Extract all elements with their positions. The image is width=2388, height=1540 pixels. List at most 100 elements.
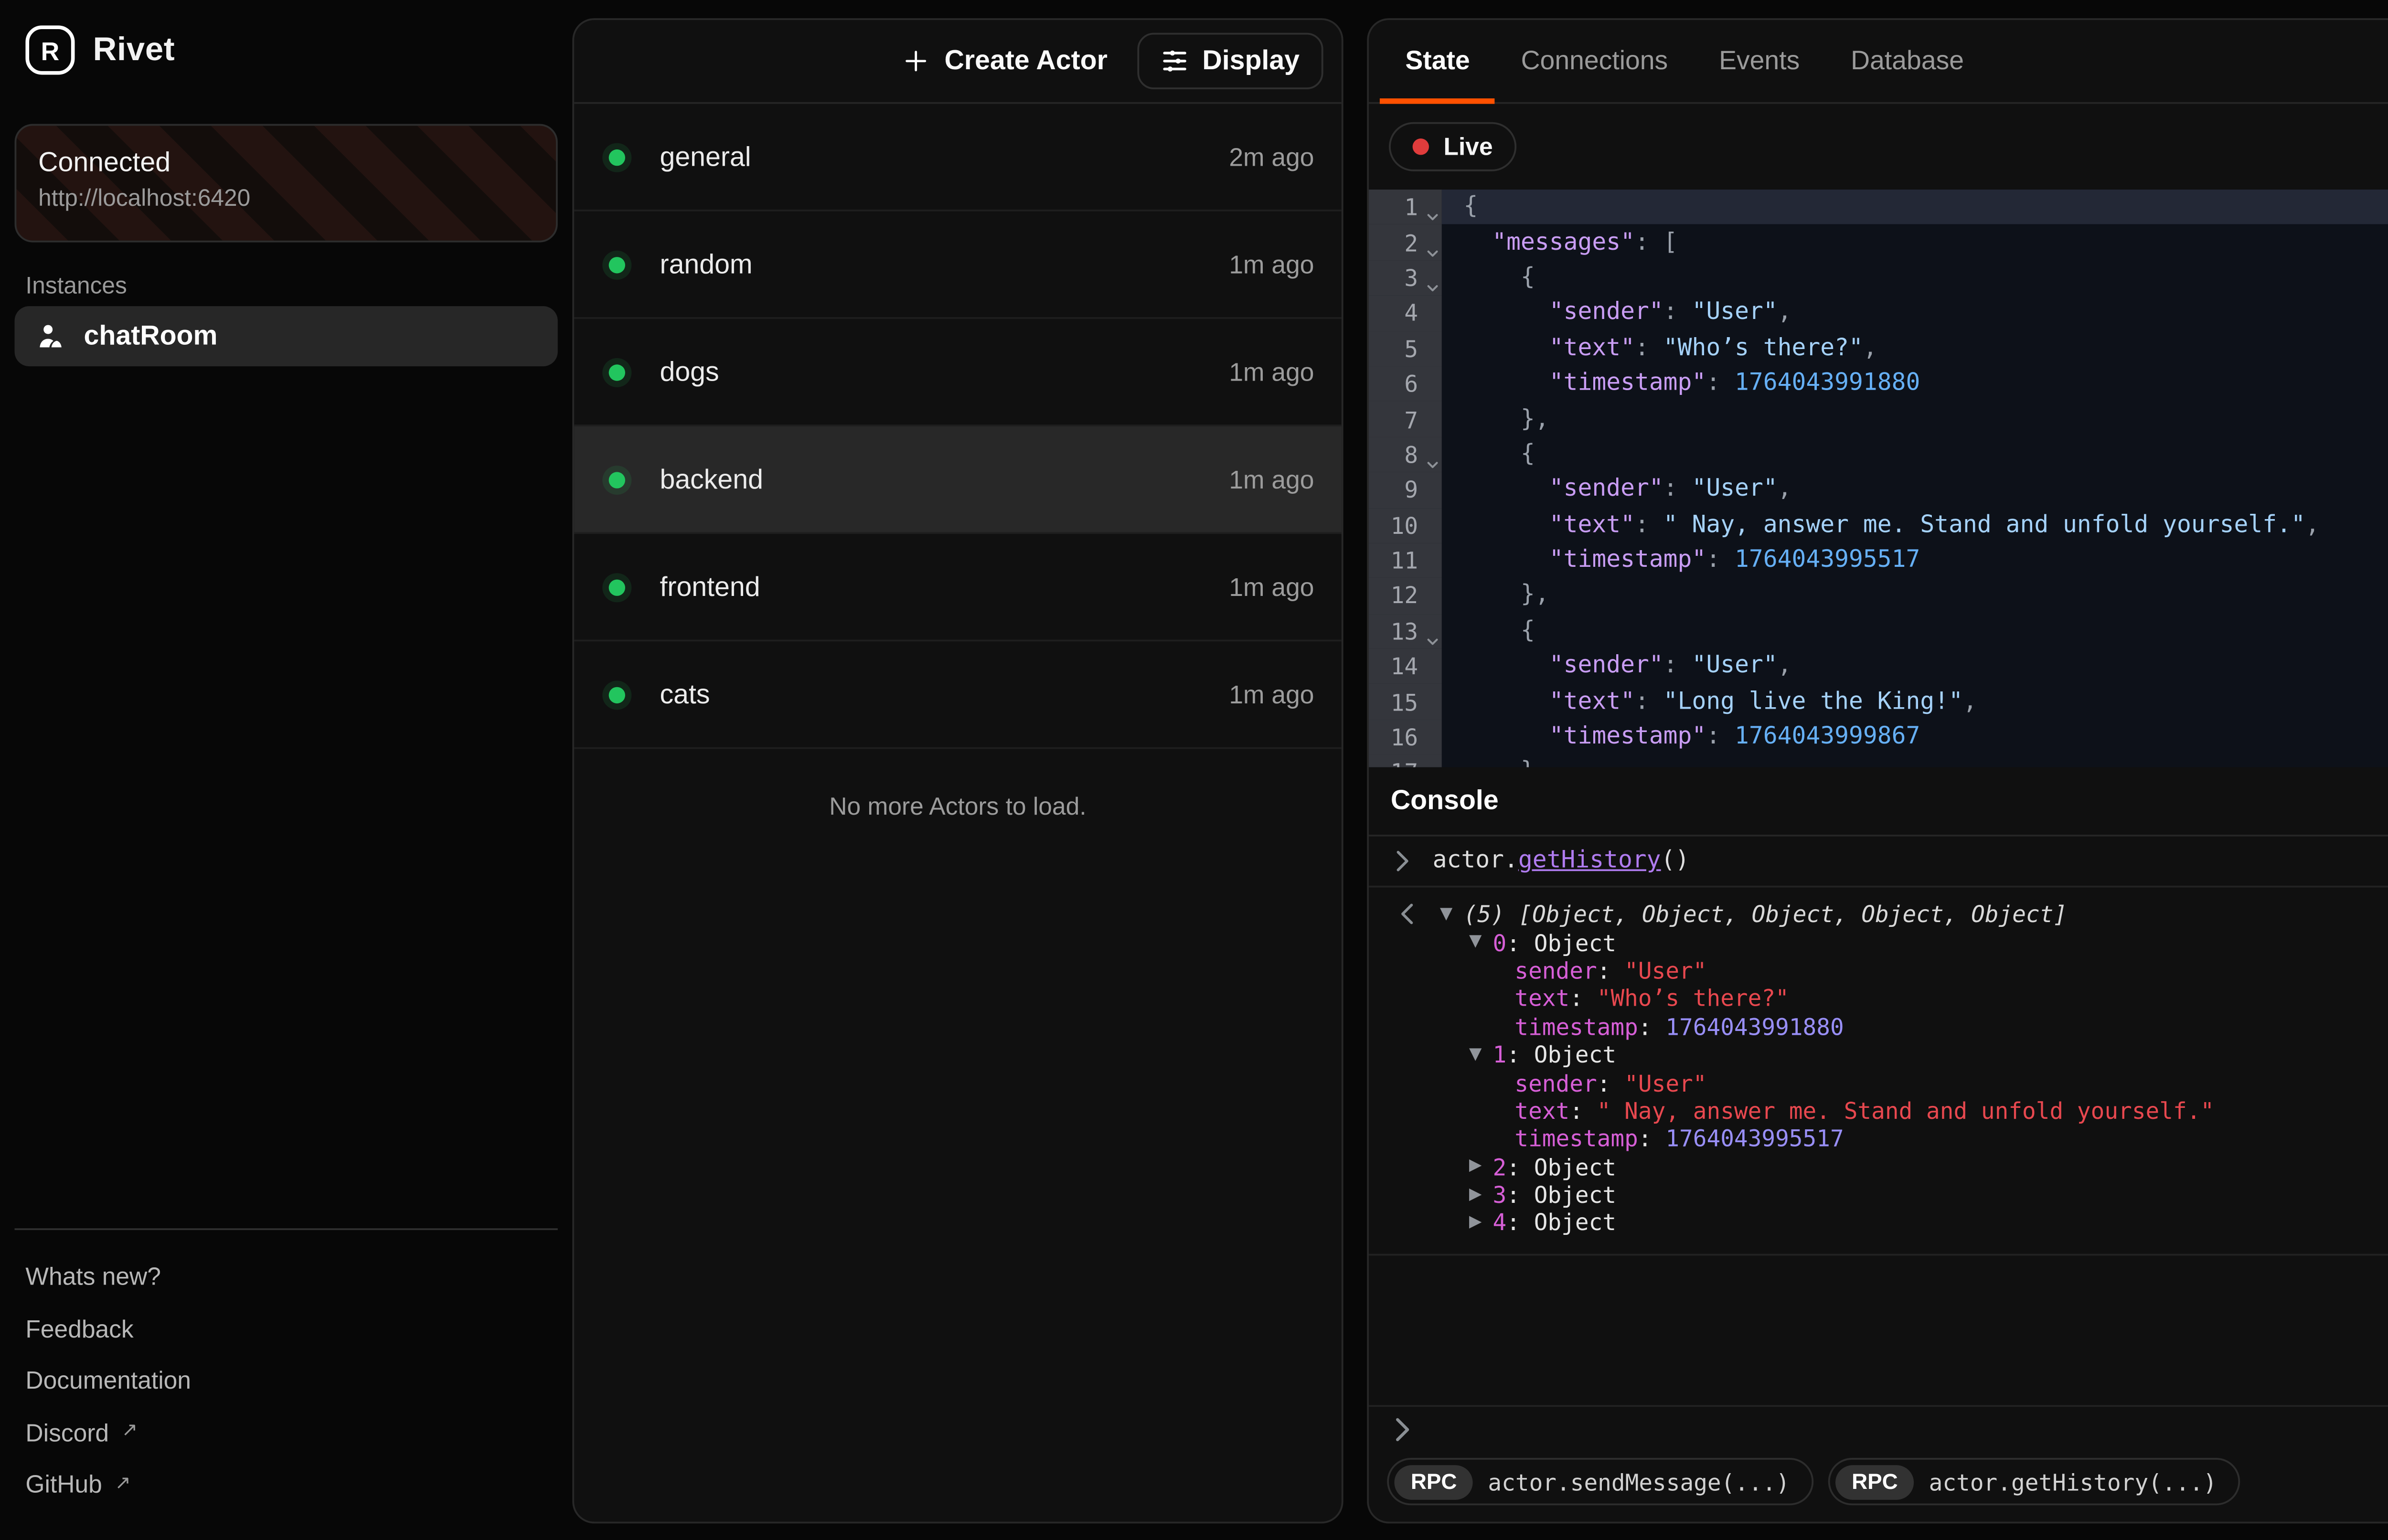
console-token: "User": [1624, 956, 1706, 984]
console-token: :: [1569, 1097, 1597, 1124]
actor-name: general: [660, 141, 751, 172]
actor-timestamp: 1m ago: [1229, 250, 1314, 279]
actor-list: general2m agorandom1m agodogs1m agobacke…: [574, 104, 1342, 749]
command-object: actor.: [1433, 848, 1518, 875]
app-logo: R Rivet: [25, 25, 175, 74]
tree-toggle-icon[interactable]: ▼: [1469, 933, 1482, 951]
editor-gutter: 1: [1369, 190, 1442, 225]
rpc-badge: RPC: [1835, 1464, 1914, 1499]
actor-row-dogs[interactable]: dogs1m ago: [574, 319, 1342, 426]
sidebar-link-whats-new-[interactable]: Whats new?: [25, 1251, 546, 1303]
console-token: : Object: [1506, 1209, 1616, 1236]
line-number: 12: [1391, 582, 1418, 609]
actor-row-general[interactable]: general2m ago: [574, 104, 1342, 212]
code-token: ,: [1863, 335, 1877, 362]
editor-line: 15 "text": "Long live the King!",: [1369, 684, 2388, 720]
create-actor-button[interactable]: Create Actor: [885, 33, 1126, 89]
console-token: : Object: [1506, 1153, 1616, 1180]
tree-toggle-icon[interactable]: ▶: [1469, 1214, 1482, 1232]
line-number: 13: [1391, 617, 1418, 645]
console-token: : Object: [1506, 929, 1616, 956]
tab-connections[interactable]: Connections: [1495, 20, 1693, 102]
code-token: [1463, 299, 1549, 327]
sidebar-link-label: GitHub: [25, 1471, 102, 1498]
tab-database[interactable]: Database: [1825, 20, 1990, 102]
console-token: 0: [1493, 929, 1507, 956]
editor-code: "timestamp": 1764043999867: [1442, 720, 2388, 755]
sidebar-link-feedback[interactable]: Feedback: [25, 1303, 546, 1355]
actors-panel: Create Actor Display general2m agorandom…: [572, 18, 1343, 1523]
editor-line: 16 "timestamp": 1764043999867: [1369, 720, 2388, 755]
live-toggle[interactable]: Live: [1389, 122, 1516, 171]
display-button[interactable]: Display: [1137, 33, 1323, 89]
actor-timestamp: 1m ago: [1229, 572, 1314, 601]
console-token: 1764043991880: [1665, 1013, 1844, 1040]
console-token: 2: [1493, 1153, 1507, 1180]
editor-gutter: 7: [1369, 402, 1442, 437]
tree-toggle-icon[interactable]: ▶: [1469, 1186, 1482, 1204]
fold-chevron-icon[interactable]: [1425, 245, 1440, 260]
editor-line: 10 "text": " Nay, answer me. Stand and u…: [1369, 508, 2388, 543]
tree-toggle-icon[interactable]: ▼: [1440, 905, 1452, 924]
actor-row-random[interactable]: random1m ago: [574, 212, 1342, 319]
editor-gutter: 16: [1369, 720, 1442, 755]
console-command: actor.getHistory(): [1433, 848, 1690, 875]
editor-code: {: [1442, 260, 2388, 296]
code-token: "messages": [1492, 229, 1635, 256]
sidebar-link-documentation[interactable]: Documentation: [25, 1355, 546, 1407]
console-token: sender: [1514, 956, 1597, 984]
console-output: ▼(5) [Object, Object, Object, Object, Ob…: [1369, 888, 2388, 1255]
editor-code: "timestamp": 1764043995517: [1442, 543, 2388, 578]
status-dot-icon: [609, 256, 625, 272]
tree-toggle-icon[interactable]: ▼: [1469, 1045, 1482, 1063]
code-token: [1463, 688, 1549, 715]
editor-gutter: 9: [1369, 472, 1442, 508]
actor-row-frontend[interactable]: frontend1m ago: [574, 534, 1342, 641]
editor-gutter: 17: [1369, 755, 1442, 767]
editor-gutter: 12: [1369, 578, 1442, 614]
editor-line: 13 {: [1369, 614, 2388, 649]
code-token: 1764043991880: [1735, 370, 1920, 397]
code-token: :: [1706, 370, 1735, 397]
console-line: timestamp: 1764043991880: [1369, 1012, 2388, 1041]
sidebar-link-discord[interactable]: Discord↗: [25, 1407, 546, 1459]
editor-gutter: 15: [1369, 684, 1442, 720]
actor-row-backend[interactable]: backend1m ago: [574, 426, 1342, 534]
editor-line: 3 {: [1369, 260, 2388, 296]
editor-line: 4 "sender": "User",: [1369, 296, 2388, 331]
code-token: {: [1463, 441, 1535, 468]
console-input-row[interactable]: [1369, 1405, 2388, 1452]
console-line: text: "Who’s there?": [1369, 984, 2388, 1012]
fold-chevron-icon[interactable]: [1425, 457, 1440, 472]
actor-row-cats[interactable]: cats1m ago: [574, 641, 1342, 749]
editor-line: 1{: [1369, 190, 2388, 225]
console-header[interactable]: Console: [1369, 767, 2388, 837]
sidebar-link-github[interactable]: GitHub↗: [25, 1459, 546, 1511]
editor-gutter: 6: [1369, 366, 1442, 402]
code-token: "sender": [1549, 476, 1663, 503]
tree-toggle-icon[interactable]: ▶: [1469, 1158, 1482, 1176]
console-token: 1764043995517: [1665, 1125, 1844, 1152]
fold-chevron-icon[interactable]: [1425, 210, 1440, 225]
chevron-left-icon: [1398, 903, 1416, 926]
sidebar-link-label: Whats new?: [25, 1264, 161, 1291]
code-token: "timestamp": [1549, 370, 1706, 397]
tab-state[interactable]: State: [1380, 20, 1495, 102]
sidebar-item-chatroom[interactable]: chatRoom: [15, 306, 558, 366]
editor-code: "sender": "User",: [1442, 296, 2388, 331]
state-json-editor[interactable]: 1{2 "messages": [3 {4 "sender": "User",5…: [1369, 190, 2388, 767]
fold-chevron-icon[interactable]: [1425, 281, 1440, 296]
line-number: 1: [1404, 193, 1418, 221]
fold-chevron-icon[interactable]: [1425, 634, 1440, 649]
live-dot-icon: [1413, 138, 1429, 155]
code-token: "timestamp": [1549, 547, 1706, 574]
code-token: [1463, 229, 1492, 256]
actor-name: backend: [660, 464, 763, 495]
rpc-shortcut-button[interactable]: RPCactor.sendMessage(...): [1387, 1458, 1813, 1505]
editor-code: "text": "Who’s there?",: [1442, 331, 2388, 366]
editor-line: 11 "timestamp": 1764043995517: [1369, 543, 2388, 578]
rpc-shortcut-button[interactable]: RPCactor.getHistory(...): [1828, 1458, 2240, 1505]
code-token: [1463, 653, 1549, 680]
code-token: {: [1463, 264, 1535, 291]
tab-events[interactable]: Events: [1694, 20, 1825, 102]
